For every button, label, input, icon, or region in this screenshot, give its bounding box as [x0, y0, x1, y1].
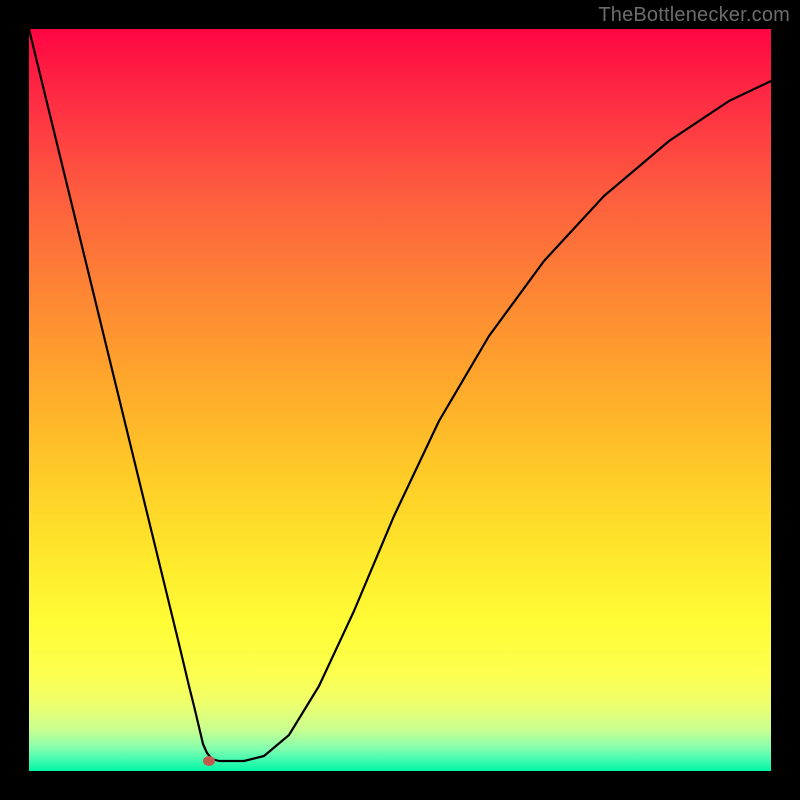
chart-frame: TheBottlenecker.com	[0, 0, 800, 800]
plot-area	[29, 29, 771, 771]
bottleneck-curve	[29, 29, 771, 771]
optimal-point-marker	[203, 756, 215, 766]
watermark-text: TheBottlenecker.com	[598, 4, 790, 27]
